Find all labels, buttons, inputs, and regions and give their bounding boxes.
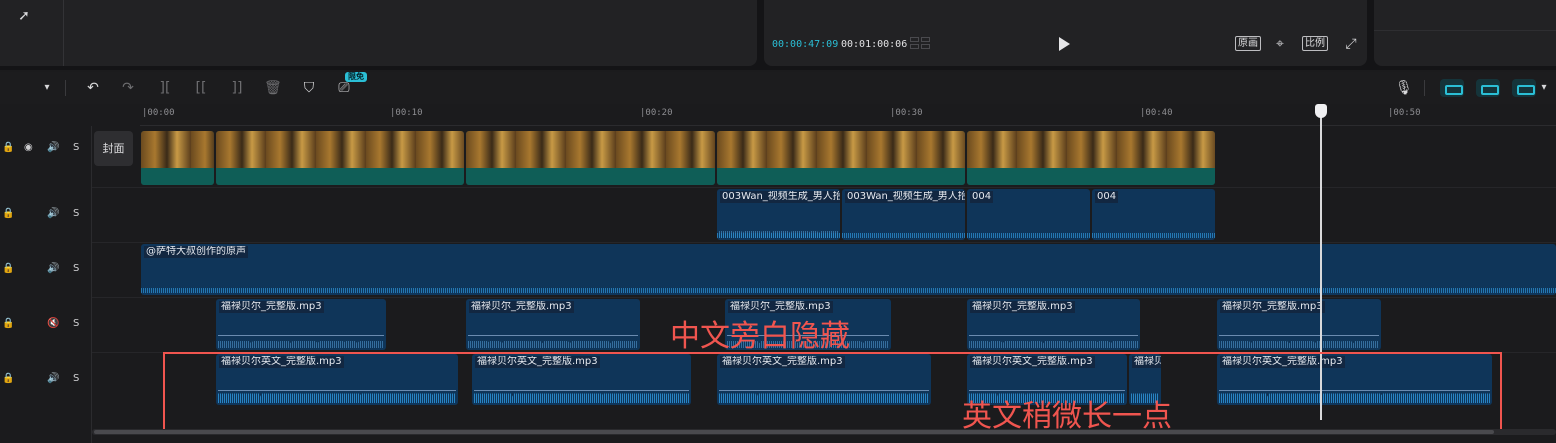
solo-toggle[interactable]: S [73,204,79,224]
volume-icon[interactable]: 🔊 [47,259,59,279]
chevron-down-icon[interactable]: ▾ [1536,80,1552,96]
clip-label: 福禄贝尔_完整版.mp3 [219,301,324,313]
panel-divider [1374,30,1556,31]
clip-label: 福禄贝尔_完整版.mp3 [1220,301,1325,313]
lane-divider [92,187,1556,188]
player-panel [764,0,1367,66]
lock-icon[interactable]: 🔒 [2,369,14,389]
chinese-annotation: 中文旁白隐藏 [670,319,850,354]
clip-label: 004 [970,191,994,203]
clip-label: 003Wan_视频生成_男人抬 [845,191,965,203]
media-panel [0,0,757,66]
properties-panel [1374,0,1556,66]
volume-icon[interactable]: 🔊 [47,204,59,224]
ruler-label: |00:40 [1140,108,1173,118]
linkage-toggle[interactable] [1512,79,1536,97]
video-clip[interactable] [717,131,965,185]
muted-volume-icon[interactable]: 🔇 [47,314,59,334]
chinese-audio-clip[interactable]: 福禄贝尔_完整版.mp3 [967,299,1140,350]
delete-icon[interactable]: 🗑 [264,80,282,96]
playhead-handle[interactable] [1315,104,1327,118]
volume-icon[interactable]: 🔊 [47,369,59,389]
audio-clip[interactable]: 003Wan_视频生成_男人抬 [717,189,840,240]
aspect-ratio-button[interactable]: 比例 [1302,36,1328,51]
audio-clip[interactable]: 003Wan_视频生成_男人抬 [842,189,965,240]
lane-divider [92,297,1556,298]
free-badge: 限免 [345,72,367,82]
solo-toggle[interactable]: S [73,138,79,158]
focus-icon[interactable]: ⌖ [1271,36,1289,52]
ruler-label: |00:20 [640,108,673,118]
lock-icon[interactable]: 🔒 [2,259,14,279]
annotation-box [163,352,1502,433]
lane-divider [92,242,1556,243]
lock-icon[interactable]: 🔒 [2,138,14,158]
panel-divider [63,0,64,66]
video-clip[interactable] [967,131,1215,185]
clip-label: 福禄贝尔_完整版.mp3 [728,301,833,313]
track-header-video: 🔒 ◉ 🔊 S [0,138,92,158]
track-header-audio-3: 🔒 🔇 S [0,314,92,334]
narration-clip[interactable]: @萨特大叔创作的原声 [141,244,1556,295]
scrollbar-thumb[interactable] [94,430,1494,434]
ruler-label: |00:10 [390,108,423,118]
track-headers [0,126,92,443]
split-icon[interactable]: ][ [157,80,173,96]
main-track-magnet-toggle[interactable] [1440,79,1464,97]
track-header-audio-1: 🔒 🔊 S [0,204,92,224]
chinese-audio-clip[interactable]: 福禄贝尔_完整版.mp3 [466,299,640,350]
video-clip[interactable] [216,131,464,185]
clip-label: 004 [1095,191,1119,203]
video-clip[interactable] [466,131,715,185]
lock-icon[interactable]: 🔒 [2,204,14,224]
timeline-grid-icon[interactable] [910,37,932,51]
toolbar-divider [1424,80,1425,96]
chevron-down-icon[interactable]: ▾ [39,80,55,96]
lock-icon[interactable]: 🔒 [2,314,14,334]
ruler-label: |00:30 [890,108,923,118]
clip-label: 003Wan_视频生成_男人抬 [720,191,840,203]
eye-icon[interactable]: ◉ [24,138,33,158]
ruler-label: |00:00 [142,108,175,118]
audio-clip[interactable]: 004 [967,189,1090,240]
clip-label: 福禄贝尔_完整版.mp3 [469,301,574,313]
microphone-icon[interactable]: 🎙 [1395,80,1413,96]
current-timecode: 00:00:47:09 [772,39,839,50]
original-quality-button[interactable]: 原画 [1235,36,1261,51]
clip-label: @萨特大叔创作的原声 [144,246,248,258]
video-clip[interactable] [141,131,214,185]
cover-button[interactable]: 封面 [94,131,133,166]
auto-snap-toggle[interactable] [1476,79,1500,97]
play-button[interactable] [1059,37,1070,51]
total-timecode: 00:01:00:06 [841,39,908,50]
audio-clip[interactable]: 004 [1092,189,1215,240]
horizontal-scrollbar[interactable] [92,429,1556,435]
solo-toggle[interactable]: S [73,369,79,389]
marker-icon[interactable]: ⛉ [301,80,317,96]
time-ruler[interactable]: |00:00 |00:10 |00:20 |00:30 |00:40 |00:5… [140,104,1556,126]
track-header-audio-4: 🔒 🔊 S [0,369,92,389]
track-header-audio-2: 🔒 🔊 S [0,259,92,279]
clip-label: 福禄贝尔_完整版.mp3 [970,301,1075,313]
select-cursor-icon[interactable]: ➚ [16,8,32,24]
trim-left-icon[interactable]: [[ [193,80,209,96]
redo-icon[interactable]: ↷ [120,80,136,96]
toolbar-divider [65,80,66,96]
solo-toggle[interactable]: S [73,259,79,279]
chinese-audio-clip[interactable]: 福禄贝尔_完整版.mp3 [1217,299,1381,350]
chinese-audio-clip[interactable]: 福禄贝尔_完整版.mp3 [216,299,386,350]
trim-right-icon[interactable]: ]] [229,80,245,96]
auto-caption-icon[interactable]: ⎚ [336,80,352,96]
solo-toggle[interactable]: S [73,314,79,334]
ruler-label: |00:50 [1388,108,1421,118]
fullscreen-icon[interactable]: ⤢ [1342,36,1360,52]
undo-icon[interactable]: ↶ [85,80,101,96]
volume-icon[interactable]: 🔊 [47,138,59,158]
